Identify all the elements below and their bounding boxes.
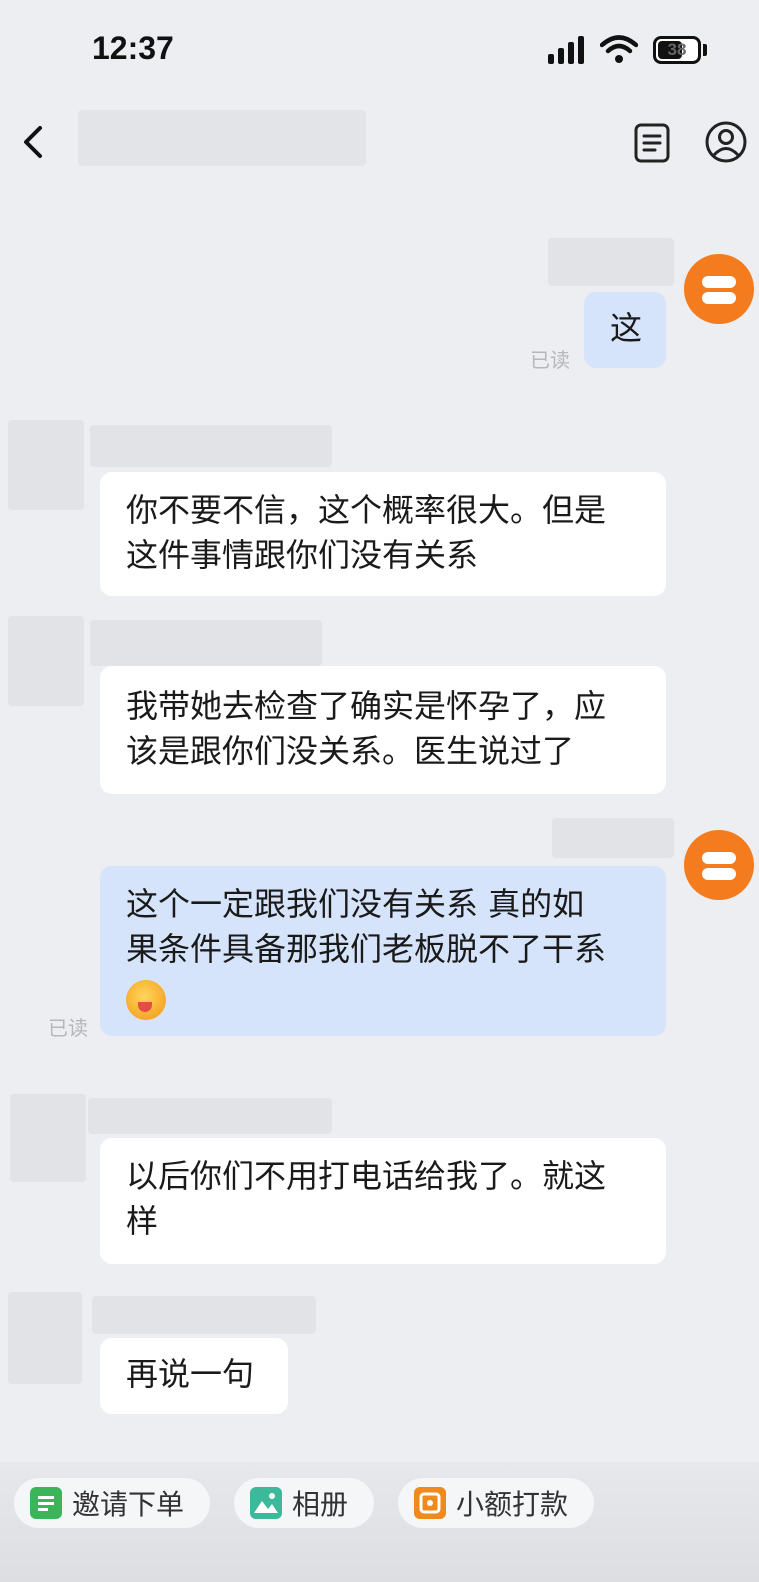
small-payment-button[interactable]: 小额打款 — [398, 1478, 594, 1528]
small-payment-label: 小额打款 — [456, 1488, 569, 1521]
message-text: 以后你们不用打电话给我了。就这 — [126, 1157, 607, 1195]
message-text: 再说一句 — [126, 1355, 255, 1393]
message-text: 这 — [610, 309, 643, 347]
document-icon[interactable] — [633, 122, 671, 164]
photo-album-button[interactable]: 相册 — [234, 1478, 374, 1528]
status-bar: 12:37 38 — [0, 0, 759, 100]
sender-name-redacted — [92, 1296, 316, 1334]
invite-order-button[interactable]: 邀请下单 — [14, 1478, 210, 1528]
wifi-icon — [600, 35, 638, 63]
message-text: 该是跟你们没关系。医生说过了 — [126, 732, 575, 770]
avatar[interactable] — [684, 254, 754, 324]
message-text: 样 — [126, 1202, 159, 1240]
message-text: 我带她去检查了确实是怀孕了，应 — [126, 687, 607, 725]
back-button-icon[interactable] — [18, 122, 48, 162]
small-payment-icon — [414, 1487, 446, 1519]
avatar[interactable] — [684, 830, 754, 900]
invite-order-label: 邀请下单 — [72, 1488, 185, 1521]
sender-name-redacted — [88, 1098, 332, 1134]
message-text: 这件事情跟你们没有关系 — [126, 536, 479, 574]
sender-name-redacted — [90, 425, 332, 467]
battery-icon: 38 — [653, 36, 701, 64]
message-text: 你不要不信，这个概率很大。但是 — [126, 491, 607, 529]
status-time: 12:37 — [92, 30, 174, 66]
message-bubble-in[interactable]: 再说一句 — [100, 1338, 288, 1414]
battery-tip — [703, 44, 707, 56]
sender-name-redacted — [552, 818, 674, 858]
quick-actions-toolbar: 邀请下单 相册 小额打款 — [0, 1462, 759, 1582]
message-bubble-in[interactable]: 你不要不信，这个概率很大。但是 这件事情跟你们没有关系 — [100, 472, 666, 596]
sender-name-redacted — [90, 620, 322, 666]
user-icon[interactable] — [704, 120, 748, 164]
avatar-redacted — [8, 1292, 82, 1384]
chat-header — [0, 100, 759, 190]
chat-title-redacted — [78, 110, 366, 166]
message-text: 果条件具备那我们老板脱不了干系 — [126, 930, 607, 968]
signal-icon — [548, 36, 588, 64]
photo-album-label: 相册 — [292, 1488, 349, 1521]
message-bubble-out[interactable]: 这个一定跟我们没有关系 真的如 果条件具备那我们老板脱不了干系 — [100, 866, 666, 1036]
avatar-redacted — [8, 420, 84, 510]
message-bubble-in[interactable]: 我带她去检查了确实是怀孕了，应 该是跟你们没关系。医生说过了 — [100, 666, 666, 794]
message-text: 这个一定跟我们没有关系 真的如 — [126, 885, 585, 923]
read-receipt: 已读 — [48, 1016, 88, 1040]
message-bubble-in[interactable]: 以后你们不用打电话给我了。就这 样 — [100, 1138, 666, 1264]
battery-level: 38 — [667, 40, 687, 59]
avatar-redacted — [10, 1094, 86, 1182]
photo-album-icon — [250, 1487, 282, 1519]
read-receipt: 已读 — [530, 348, 570, 372]
invite-order-icon — [30, 1487, 62, 1519]
avatar-redacted — [8, 616, 84, 706]
sender-name-redacted — [548, 238, 674, 286]
laughing-emoji-icon — [126, 980, 166, 1020]
message-bubble-out[interactable]: 这 — [584, 292, 666, 368]
